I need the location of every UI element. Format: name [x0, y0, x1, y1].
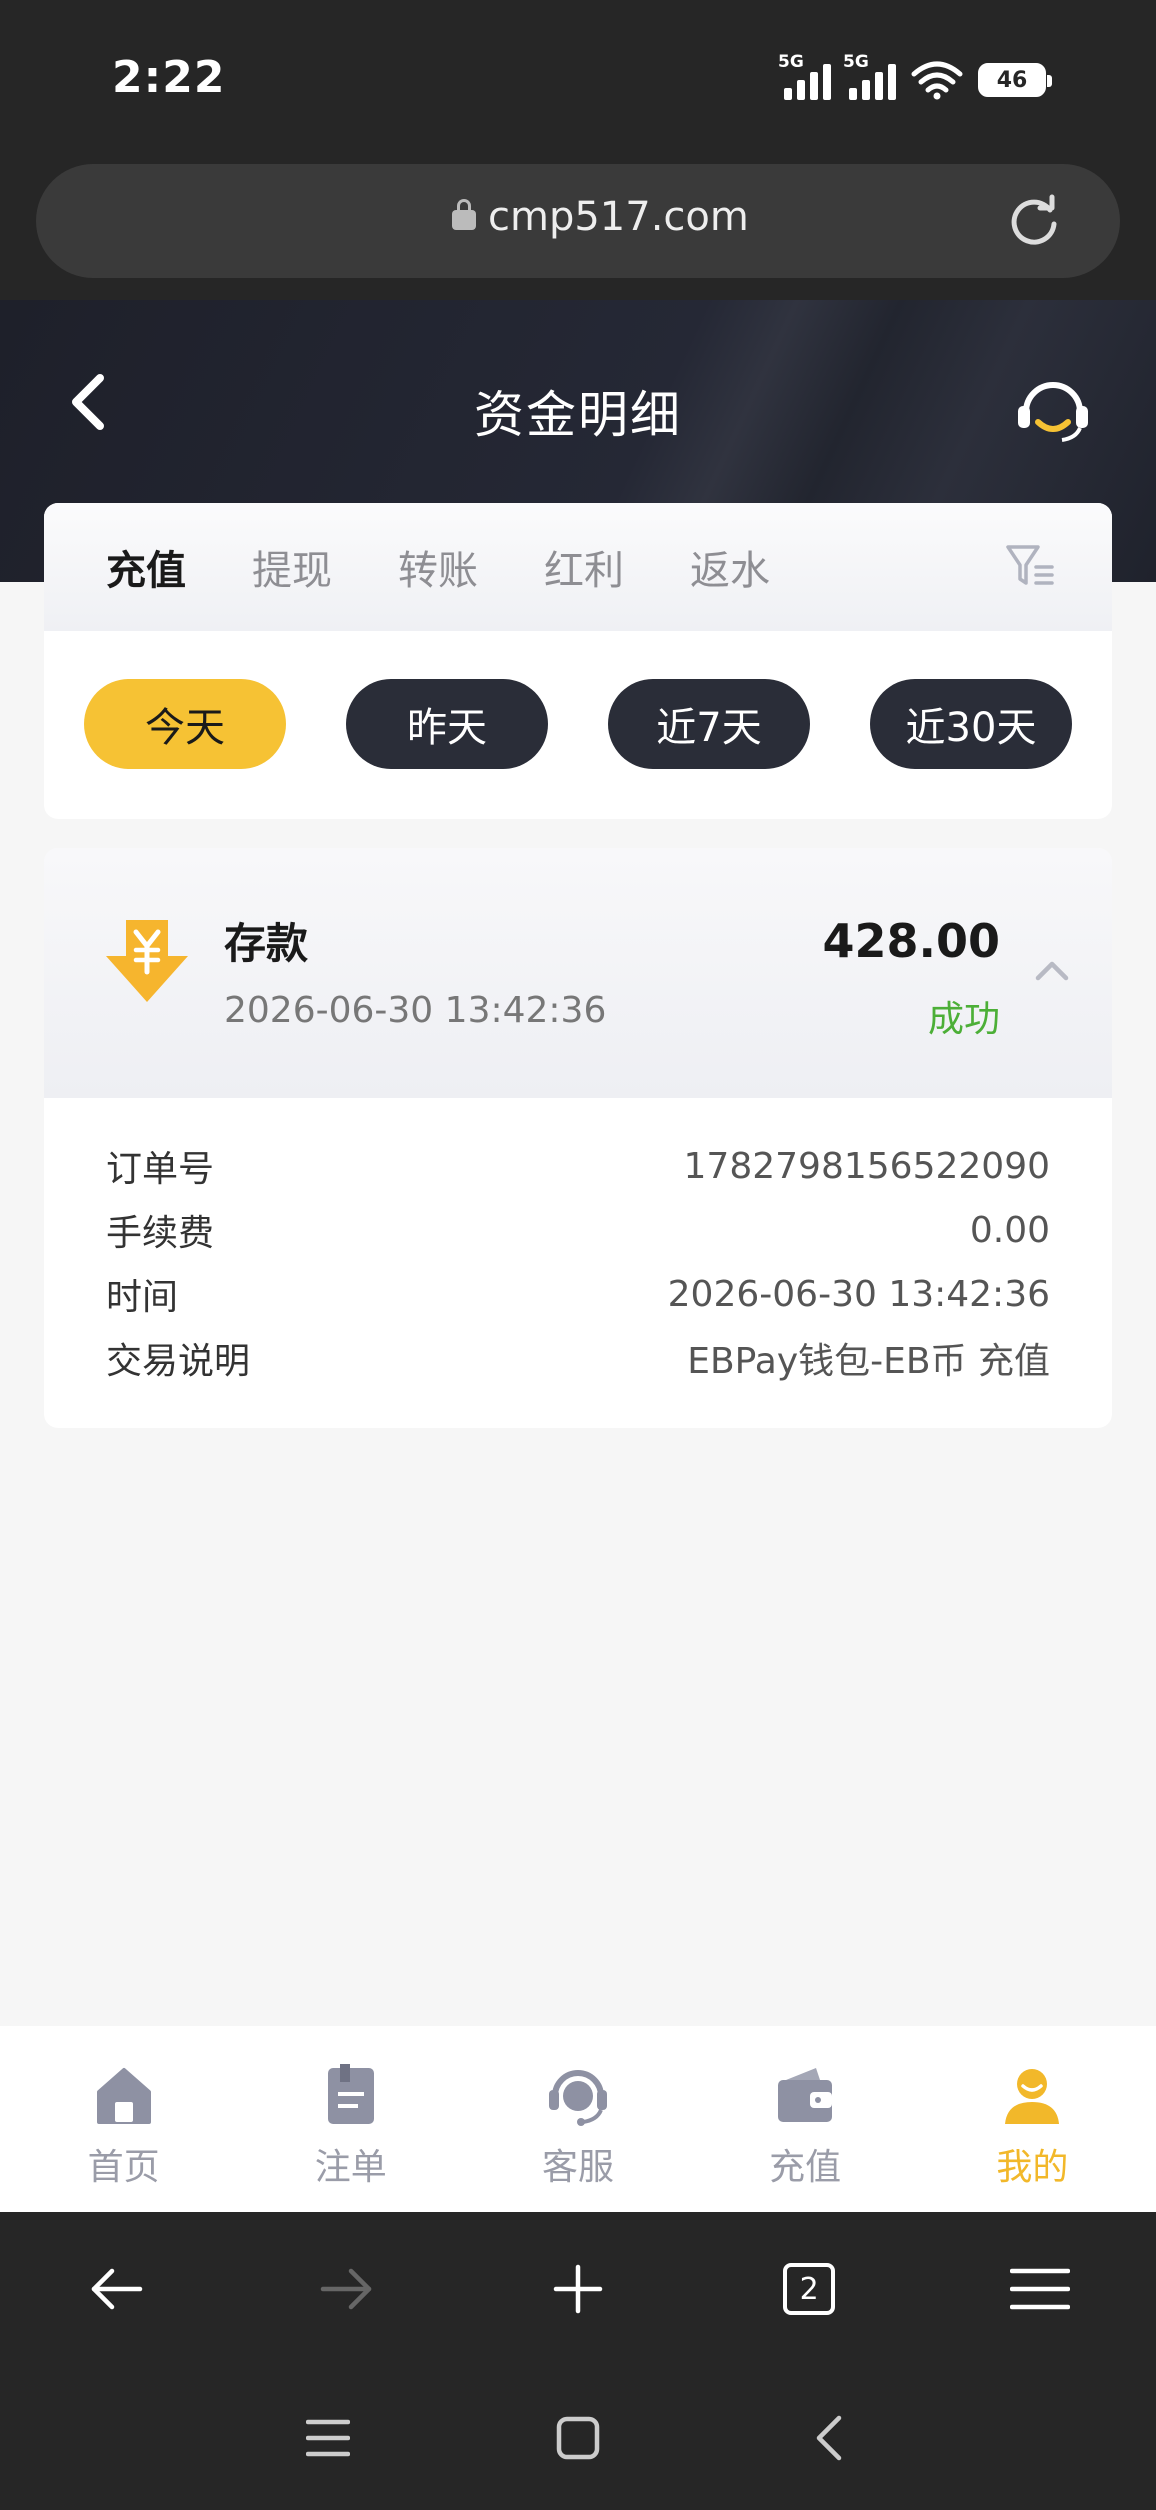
address-bar[interactable]: cmp517.com: [36, 164, 1120, 278]
tab-rebate[interactable]: 返水: [690, 538, 770, 596]
browser-back-button[interactable]: [76, 2249, 156, 2329]
browser-tools: 2: [0, 2212, 1156, 2366]
nav-deposit[interactable]: 充值: [705, 2026, 905, 2212]
date-filter-today[interactable]: 今天: [84, 679, 286, 769]
bottom-nav: 首页 注单 客服 充值 我的: [0, 2026, 1156, 2212]
detail-label: 时间: [106, 1277, 179, 1318]
browser-toolbar: 2: [0, 2212, 1156, 2510]
transaction-record: 存款 2026-06-30 13:42:36 428.00 成功 订单号 178…: [44, 848, 1112, 1428]
system-recent-apps-button[interactable]: [298, 2408, 358, 2468]
cellular-signal-icon: 5G: [778, 52, 831, 100]
status-badge: 成功: [927, 999, 1000, 1040]
tab-withdraw[interactable]: 提现: [252, 538, 332, 596]
orders-icon: [327, 2064, 374, 2124]
chevron-up-icon[interactable]: [1032, 956, 1072, 984]
nav-orders[interactable]: 注单: [251, 2026, 451, 2212]
lock-icon: [452, 199, 476, 230]
nav-label: 注单: [314, 2147, 387, 2188]
detail-label: 交易说明: [106, 1341, 251, 1382]
record-datetime: 2026-06-30 13:42:36: [224, 990, 607, 1031]
tab-count-icon: 2: [783, 2263, 836, 2315]
detail-value: 1782798156522090: [683, 1145, 1050, 1187]
record-details: 订单号 1782798156522090 手续费 0.00 时间 2026-06…: [44, 1098, 1112, 1390]
reload-icon[interactable]: [1006, 194, 1062, 250]
tab-deposit[interactable]: 充值: [106, 538, 186, 596]
nav-label: 首页: [87, 2147, 160, 2188]
status-icons: 5G 5G 46: [778, 52, 1052, 104]
arrow-right-icon: [320, 2268, 372, 2310]
battery-icon: 46: [978, 63, 1052, 97]
profile-icon: [1005, 2069, 1060, 2124]
tab-transfer[interactable]: 转账: [398, 538, 478, 596]
cellular-signal-icon-2: 5G: [843, 52, 896, 100]
page-title: 资金明细: [474, 386, 682, 444]
nav-home[interactable]: 首页: [24, 2026, 224, 2212]
detail-label: 订单号: [106, 1149, 215, 1190]
detail-row-order-number: 订单号 1782798156522090: [106, 1134, 1050, 1198]
menu-icon: [1010, 2268, 1071, 2310]
wifi-icon: [911, 61, 963, 100]
category-tabs: 充值 提现 转账 红利 返水: [44, 503, 1112, 631]
date-filter-yesterday[interactable]: 昨天: [346, 679, 548, 769]
record-amount: 428.00: [822, 914, 1000, 968]
tab-bonus[interactable]: 红利: [544, 538, 624, 596]
filter-icon[interactable]: [1004, 541, 1056, 591]
filter-card: 充值 提现 转账 红利 返水 今天 昨天 近7天 近30天: [44, 503, 1112, 819]
system-home-button[interactable]: [548, 2408, 608, 2468]
new-tab-button[interactable]: [538, 2249, 618, 2329]
support-icon: [548, 2070, 607, 2126]
tabs-button[interactable]: 2: [769, 2249, 849, 2329]
arrow-left-icon: [91, 2268, 142, 2310]
wallet-icon: [778, 2068, 833, 2122]
home-icon: [96, 2068, 151, 2124]
date-filter-30-days[interactable]: 近30天: [870, 679, 1072, 769]
nav-support[interactable]: 客服: [478, 2026, 678, 2212]
detail-row-time: 时间 2026-06-30 13:42:36: [106, 1262, 1050, 1326]
status-bar: 2:22 5G 5G 46: [0, 0, 1156, 160]
status-time: 2:22: [112, 52, 226, 103]
detail-row-description: 交易说明 EBPay钱包-EB币 充值: [106, 1326, 1050, 1390]
nav-label: 客服: [541, 2147, 614, 2188]
nav-label: 充值: [769, 2147, 842, 2188]
chevron-left-icon: [816, 2415, 842, 2461]
browser-address-area: cmp517.com: [0, 160, 1156, 300]
date-filter-7-days[interactable]: 近7天: [608, 679, 810, 769]
nav-profile[interactable]: 我的: [932, 2026, 1132, 2212]
home-square-icon: [556, 2416, 600, 2460]
date-filter-row: 今天 昨天 近7天 近30天: [44, 631, 1112, 769]
system-back-button[interactable]: [798, 2408, 858, 2468]
deposit-yuan-icon: [106, 920, 188, 1002]
recent-apps-icon: [306, 2419, 350, 2457]
browser-menu-button[interactable]: [1000, 2249, 1080, 2329]
customer-service-icon[interactable]: [1014, 372, 1092, 444]
nav-label: 我的: [996, 2147, 1069, 2188]
detail-row-fee: 手续费 0.00: [106, 1198, 1050, 1262]
record-type: 存款: [224, 919, 309, 968]
detail-value: 2026-06-30 13:42:36: [667, 1273, 1050, 1315]
detail-label: 手续费: [106, 1213, 215, 1254]
record-summary[interactable]: 存款 2026-06-30 13:42:36 428.00 成功: [44, 848, 1112, 1098]
plus-icon: [553, 2264, 603, 2314]
system-navigation: [0, 2366, 1156, 2510]
detail-value: 0.00: [969, 1209, 1050, 1251]
url-text: cmp517.com: [488, 194, 749, 240]
browser-forward-button[interactable]: [307, 2249, 387, 2329]
detail-value: EBPay钱包-EB币 充值: [687, 1341, 1050, 1382]
